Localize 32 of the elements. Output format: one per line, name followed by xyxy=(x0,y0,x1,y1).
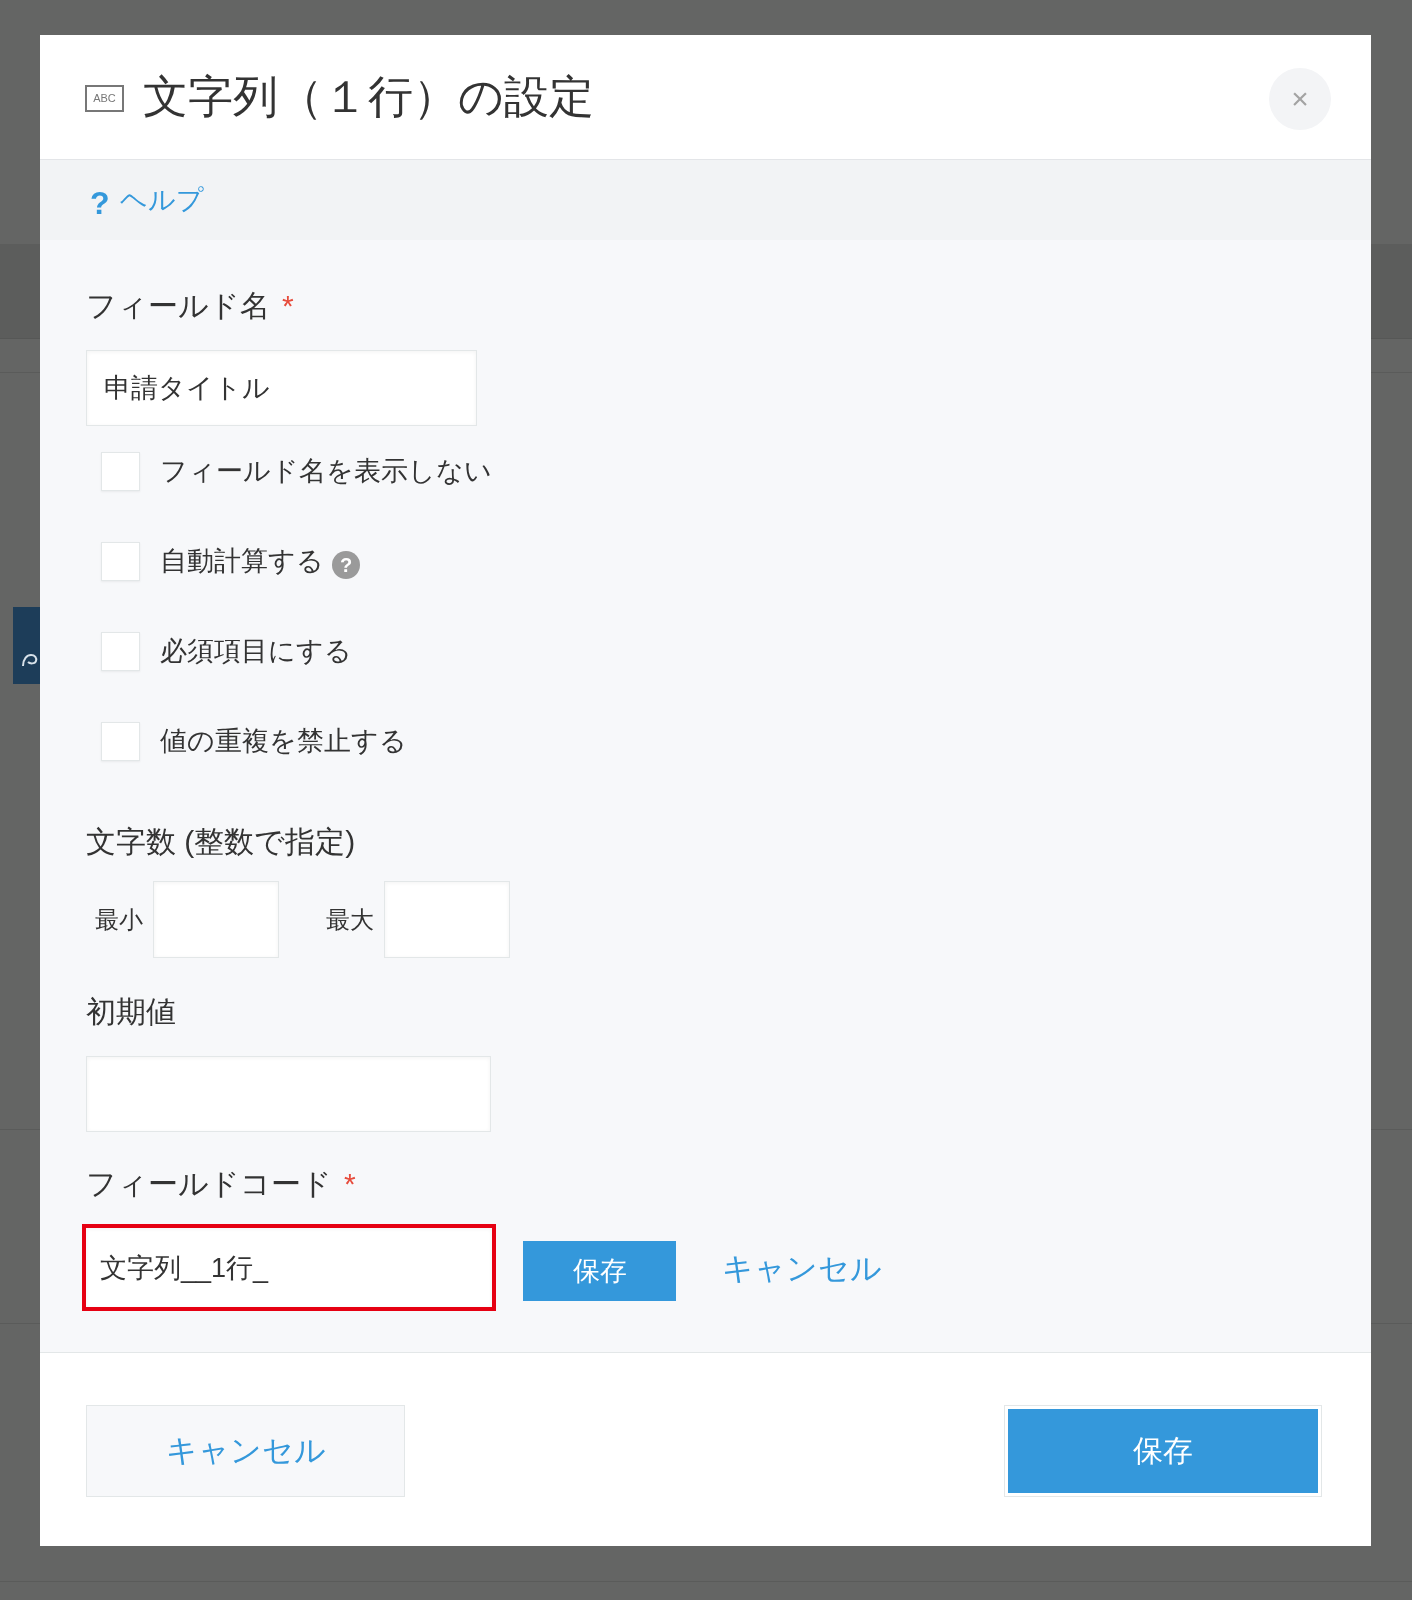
save-button[interactable]: 保存 xyxy=(523,1240,676,1301)
max-input[interactable] xyxy=(384,881,510,958)
max-label: 最大 xyxy=(326,904,374,935)
checkbox-label: 自動計算する xyxy=(160,545,324,578)
help-icon: ? xyxy=(90,184,110,222)
field-code-input[interactable]: 文字列__1行_ xyxy=(82,1224,496,1311)
save-button[interactable]: 保存 xyxy=(1005,1406,1321,1496)
help-link[interactable]: ? ヘルプ xyxy=(90,178,204,222)
required-mark: * xyxy=(282,288,294,324)
checkbox[interactable] xyxy=(101,721,140,761)
required-mark: * xyxy=(344,1166,356,1202)
close-button[interactable]: × xyxy=(1269,68,1331,130)
field-name-input[interactable]: 申請タイトル xyxy=(86,350,477,426)
cancel-button[interactable]: キャンセル xyxy=(86,1405,405,1497)
checkbox-label: 値の重複を禁止する xyxy=(160,725,407,758)
field-label: フィールドコード xyxy=(86,1166,332,1202)
min-input[interactable] xyxy=(153,881,279,958)
checkbox-label: フィールド名を表示しない xyxy=(160,455,492,488)
min-label: 最小 xyxy=(95,904,143,935)
checkbox[interactable] xyxy=(101,631,140,671)
checkbox-label: 必須項目にする xyxy=(160,635,352,668)
field-label: 初期値 xyxy=(86,994,176,1030)
cancel-link[interactable]: キャンセル xyxy=(722,1247,882,1290)
checkbox[interactable] xyxy=(101,451,140,491)
checkbox[interactable] xyxy=(101,541,140,581)
field-label: 文字数 (整数で指定) xyxy=(86,824,356,860)
help-icon[interactable]: ? xyxy=(332,551,360,579)
loop-icon xyxy=(22,653,38,667)
text-box-icon: ABC xyxy=(85,84,124,112)
default-value-input[interactable] xyxy=(86,1056,491,1132)
field-label: フィールド名 xyxy=(86,288,270,324)
dialog-title: 文字列（１行）の設定 xyxy=(143,70,594,124)
